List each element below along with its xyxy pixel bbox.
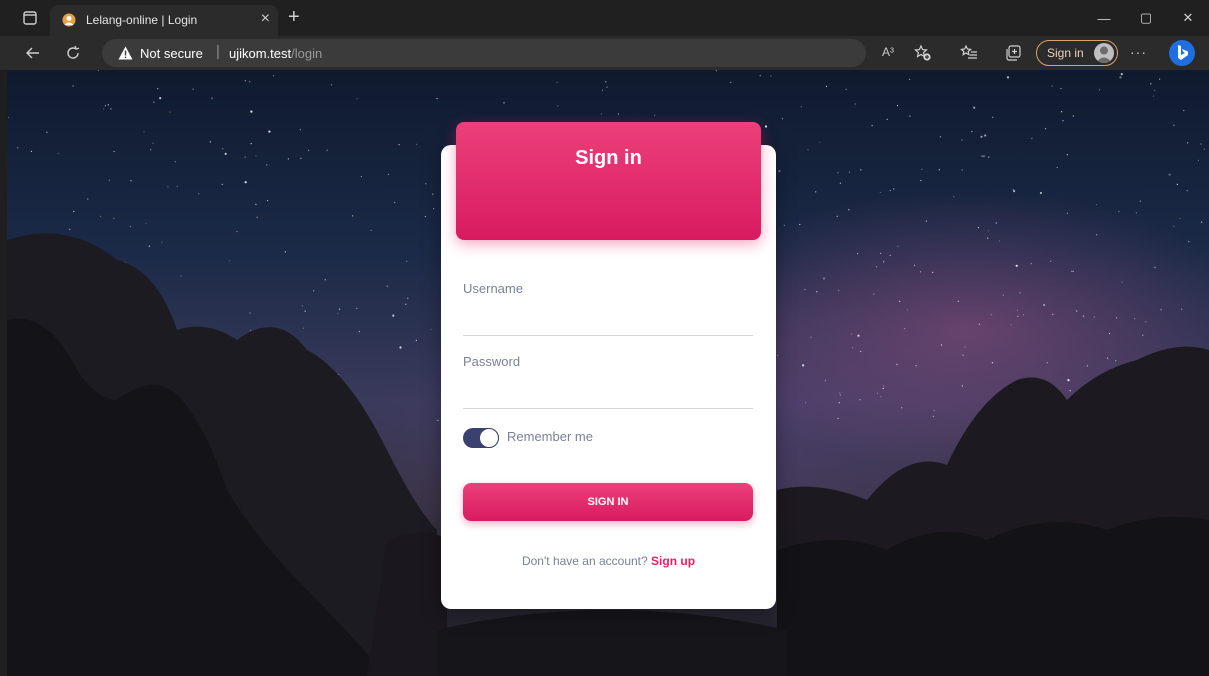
card-title: Sign in (575, 147, 642, 169)
collections-icon[interactable] (1004, 44, 1022, 62)
refresh-icon[interactable] (64, 44, 82, 62)
toggle-knob (479, 428, 499, 448)
browser-tab-active[interactable]: Lelang-online | Login × (50, 5, 278, 36)
profile-sign-in-label: Sign in (1047, 46, 1084, 60)
profile-avatar-icon (1094, 43, 1114, 63)
address-bar[interactable]: Not secure | ujikom.test/login (102, 39, 866, 67)
restore-button[interactable]: ▢ (1125, 0, 1167, 36)
more-options-icon[interactable]: ··· (1130, 44, 1147, 60)
new-tab-button[interactable]: + (288, 6, 300, 28)
password-input[interactable] (463, 379, 753, 409)
favorites-icon[interactable] (960, 44, 978, 62)
security-status[interactable]: Not secure (140, 46, 203, 61)
warning-icon[interactable] (118, 46, 133, 60)
url-path: /login (291, 46, 323, 61)
sign-in-button[interactable]: SIGN IN (463, 483, 753, 521)
browser-toolbar: Not secure | ujikom.test/login A³ Sign i… (0, 36, 1209, 70)
site-favicon-icon (62, 13, 76, 27)
window-controls: — ▢ ✕ (1083, 0, 1209, 36)
tab-close-icon[interactable]: × (261, 10, 270, 28)
username-field: Username (463, 281, 753, 336)
login-card: Sign in Username Password Remember me SI… (441, 122, 776, 609)
tab-actions-icon[interactable] (22, 10, 38, 26)
url-text[interactable]: ujikom.test/login (229, 46, 322, 61)
read-aloud-button[interactable]: A³ (882, 45, 894, 59)
browser-tabbar: Lelang-online | Login × + — ▢ ✕ (0, 0, 1209, 36)
bing-copilot-icon[interactable] (1169, 40, 1195, 66)
signup-prompt: Don't have an account? Sign up (441, 554, 776, 568)
tab-title: Lelang-online | Login (86, 13, 198, 27)
remember-me-label[interactable]: Remember me (507, 429, 593, 444)
signup-prompt-text: Don't have an account? (521, 554, 648, 568)
page-viewport: Sign in Username Password Remember me SI… (7, 70, 1209, 676)
address-separator: | (216, 43, 220, 60)
remember-me-toggle[interactable] (463, 428, 499, 448)
password-field: Password (463, 354, 753, 409)
username-input[interactable] (463, 306, 753, 336)
minimize-button[interactable]: — (1083, 0, 1125, 36)
close-window-button[interactable]: ✕ (1167, 0, 1209, 36)
password-label: Password (463, 354, 521, 369)
favorite-star-add-icon[interactable] (914, 44, 932, 62)
username-label: Username (463, 281, 523, 296)
url-host: ujikom.test (229, 46, 292, 61)
sign-up-link[interactable]: Sign up (651, 554, 695, 568)
profile-sign-in-button[interactable]: Sign in (1036, 40, 1118, 66)
card-header: Sign in (456, 122, 761, 240)
back-arrow-icon[interactable] (24, 44, 42, 62)
